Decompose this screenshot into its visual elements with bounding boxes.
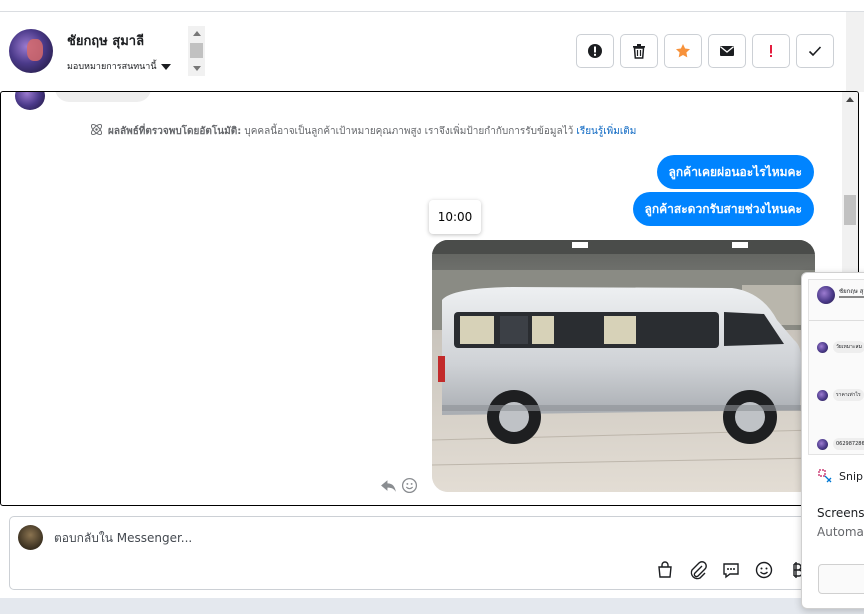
star-icon	[676, 44, 690, 58]
top-strip	[0, 0, 864, 12]
preview-row: วัยเหมาะสม	[817, 340, 864, 354]
preview-row: 0629872869	[817, 437, 864, 451]
contact-name[interactable]: ชัยกฤษ สุมาลี	[67, 30, 144, 51]
scroll-down-arrow-icon[interactable]	[193, 66, 201, 71]
screenshot-thumbnail[interactable]: ชัยกฤษ สุ วัยเหมาะสม ราคาเท่าไร 06298728…	[808, 279, 864, 455]
reply-composer	[9, 516, 859, 590]
outgoing-message-bubble[interactable]: ลูกค้าเคยผ่อนอะไรไหมคะ	[656, 155, 814, 189]
outgoing-message-bubble[interactable]: ลูกค้าสะดวกรับสายช่วงไหนคะ	[632, 192, 814, 226]
auto-note-text: บุคคลนี้อาจเป็นลูกค้าเป้าหมายคุณภาพสูง เ…	[241, 126, 577, 137]
preview-row-avatar	[817, 439, 828, 450]
incoming-message-bubble[interactable]: 0629872869	[55, 92, 152, 102]
scroll-thumb[interactable]	[190, 43, 203, 58]
conversation-header: ชัยกฤษ สุมาลี มอบหมายการสนทนานี้	[0, 12, 864, 90]
snipping-notification[interactable]: ชัยกฤษ สุ วัยเหมาะสม ราคาเท่าไร 06298728…	[801, 272, 864, 609]
mark-unread-button[interactable]	[708, 34, 746, 68]
check-icon	[808, 46, 822, 57]
timestamp-tooltip: 10:00	[429, 200, 481, 234]
done-button[interactable]	[796, 34, 834, 68]
inbox-window: ชัยกฤษ สุมาลี มอบหมายการสนทนานี้ ผลลัพธ์…	[0, 0, 864, 614]
preview-row-text: 0629872869	[833, 438, 864, 450]
alert-circle-icon	[588, 44, 602, 58]
page-scrollbar[interactable]	[846, 12, 864, 92]
white-van-photo[interactable]	[432, 240, 815, 492]
delete-button[interactable]	[620, 34, 658, 68]
trash-icon	[633, 44, 645, 59]
composer-tools	[655, 560, 807, 580]
saved-reply-icon[interactable]	[721, 560, 741, 580]
envelope-icon	[720, 46, 734, 56]
learn-more-link[interactable]: เรียนรู้เพิ่มเติม	[576, 126, 636, 137]
emoji-react-icon[interactable]	[401, 477, 418, 494]
preview-name: ชัยกฤษ สุ	[839, 288, 864, 295]
preview-row-text: ราคาเท่าไร	[833, 389, 864, 401]
assign-conversation-dropdown[interactable]: มอบหมายการสนทนานี้	[67, 59, 171, 73]
follow-up-button[interactable]	[752, 34, 790, 68]
snip-app-name: Snip	[839, 470, 863, 483]
shopping-bag-icon[interactable]	[655, 560, 675, 580]
notification-subtitle: Automa	[817, 525, 864, 539]
auto-detection-note: ผลลัพธ์ที่ตรวจพบโดยอัตโนมัติ: บุคคลนี้อา…	[89, 122, 636, 139]
snip-app-label: Snip	[818, 469, 863, 483]
sender-avatar	[15, 92, 45, 110]
assign-label: มอบหมายการสนทนานี้	[67, 62, 157, 72]
preview-row-avatar	[817, 342, 828, 353]
paperclip-icon[interactable]	[688, 560, 708, 580]
notification-title: Screens	[817, 506, 864, 520]
page-avatar	[18, 525, 43, 550]
snipping-tool-icon	[818, 469, 832, 483]
exclamation-icon	[770, 45, 772, 57]
emoji-icon[interactable]	[754, 560, 774, 580]
scroll-up-arrow-icon[interactable]	[193, 31, 201, 36]
van-image	[432, 240, 815, 492]
avatar-photo	[27, 39, 43, 61]
scroll-thumb[interactable]	[844, 195, 856, 225]
header-scrollbar[interactable]	[188, 26, 205, 76]
star-button[interactable]	[664, 34, 702, 68]
preview-avatar	[817, 286, 835, 304]
reply-icon[interactable]	[380, 477, 397, 494]
bottom-band	[0, 598, 864, 614]
reply-input[interactable]	[54, 528, 654, 548]
spam-button[interactable]	[576, 34, 614, 68]
preview-divider	[809, 320, 864, 321]
atom-icon	[90, 123, 103, 136]
preview-row-avatar	[817, 390, 828, 401]
preview-row: ราคาเท่าไร	[817, 388, 864, 402]
preview-subline	[839, 296, 864, 298]
message-thread: 0629872869 ผลลัพธ์ที่ตรวจพบโดยอัตโนมัติ:…	[0, 91, 859, 506]
message-actions	[380, 477, 418, 494]
conversation-actions	[576, 34, 834, 68]
auto-note-heading: ผลลัพธ์ที่ตรวจพบโดยอัตโนมัติ:	[108, 126, 242, 137]
caret-down-icon	[160, 63, 171, 70]
preview-row-text: วัยเหมาะสม	[833, 341, 864, 353]
scroll-up-arrow-icon[interactable]	[846, 97, 854, 102]
contact-avatar[interactable]	[9, 29, 53, 73]
notification-action-button[interactable]	[818, 564, 864, 594]
